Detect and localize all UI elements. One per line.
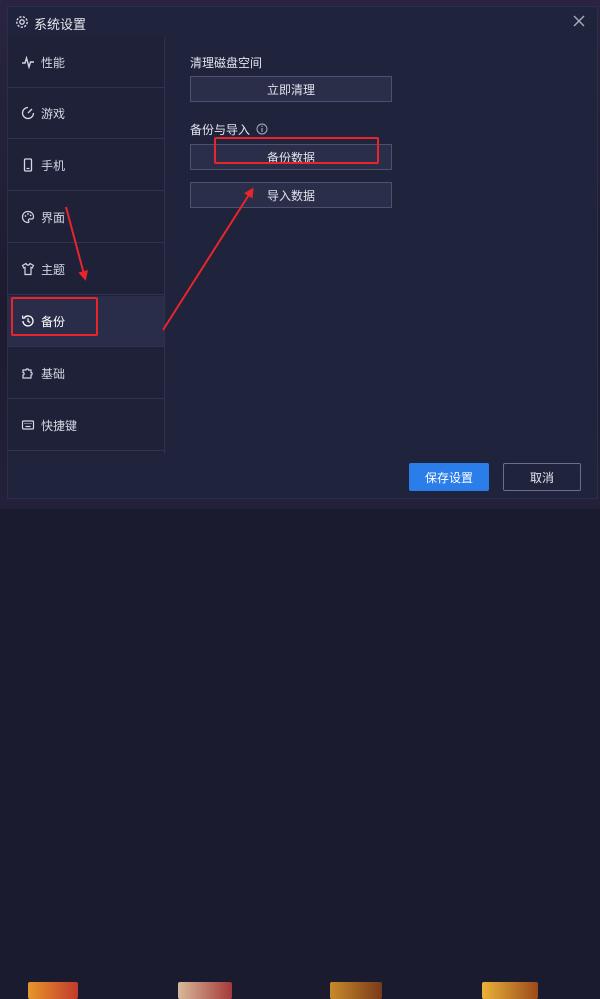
annotation-arrows (65, 187, 254, 331)
arrow-to-backup-tab (65, 206, 89, 281)
app-thumbnail (482, 982, 538, 999)
arrow-to-backup-button (162, 187, 254, 331)
app-thumbnail (28, 982, 78, 999)
app-thumbnail (178, 982, 232, 999)
app-thumbnail (330, 982, 382, 999)
